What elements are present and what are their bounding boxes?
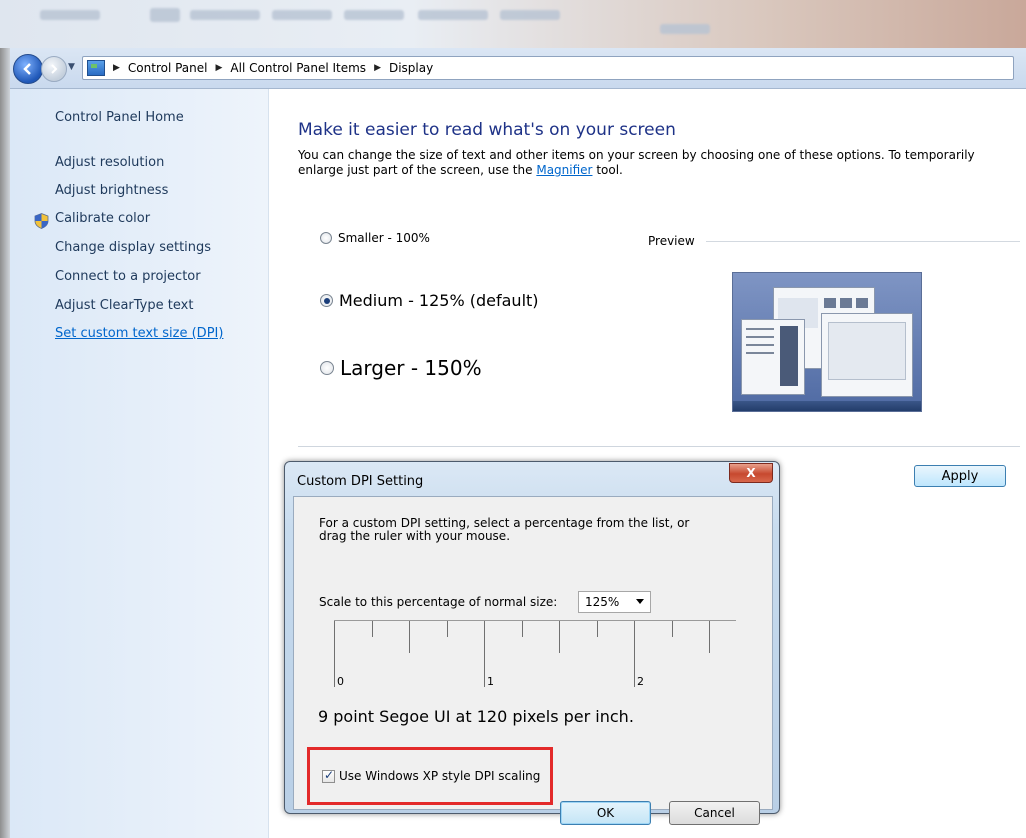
ruler-tick <box>634 621 635 687</box>
ruler-tick <box>447 621 448 637</box>
ruler-tick <box>522 621 523 637</box>
back-arrow-icon <box>23 63 31 75</box>
dialog-instructions-line2: drag the ruler with your mouse. <box>319 529 511 543</box>
page-title: Make it easier to read what's on your sc… <box>298 120 676 140</box>
description-text: You can change the size of text and othe… <box>298 148 975 177</box>
option-medium-label[interactable]: Medium - 125% (default) <box>339 291 539 310</box>
ruler-tick <box>597 621 598 637</box>
breadcrumb-all-items[interactable]: All Control Panel Items <box>230 61 366 75</box>
radio-larger[interactable] <box>320 361 334 375</box>
option-smaller-label[interactable]: Smaller - 100% <box>338 231 430 245</box>
magnifier-link[interactable]: Magnifier <box>536 163 592 177</box>
ruler-tick <box>709 621 710 653</box>
navigation-bar: ▼ ▶ Control Panel ▶ All Control Panel It… <box>10 48 1026 89</box>
radio-medium[interactable] <box>320 294 333 307</box>
breadcrumb: ▶ Control Panel ▶ All Control Panel Item… <box>111 61 433 75</box>
forward-arrow-icon <box>51 64 58 74</box>
dpi-info-text: 9 point Segoe UI at 120 pixels per inch. <box>318 707 634 726</box>
option-larger-label[interactable]: Larger - 150% <box>340 356 482 380</box>
breadcrumb-display[interactable]: Display <box>389 61 433 75</box>
section-divider <box>298 446 1020 447</box>
ruler-tick <box>484 621 485 687</box>
window-chrome <box>0 0 1026 48</box>
cancel-button[interactable]: Cancel <box>669 801 760 825</box>
ruler-label-0: 0 <box>337 675 344 688</box>
sidebar-item-adjust-cleartype[interactable]: Adjust ClearType text <box>55 298 193 313</box>
sidebar-item-custom-text-size[interactable]: Set custom text size (DPI) <box>55 326 223 341</box>
dialog-title: Custom DPI Setting <box>297 474 424 489</box>
ruler-label-2: 2 <box>637 675 644 688</box>
ruler-label-1: 1 <box>487 675 494 688</box>
sidebar-item-change-display-settings[interactable]: Change display settings <box>55 240 211 255</box>
back-button[interactable] <box>13 54 43 84</box>
ruler-tick <box>559 621 560 653</box>
ruler-tick <box>672 621 673 637</box>
window-border <box>0 48 10 838</box>
ruler-tick <box>409 621 410 653</box>
sidebar-item-calibrate-color[interactable]: Calibrate color <box>55 211 150 226</box>
close-button[interactable]: X <box>729 463 773 483</box>
radio-smaller[interactable] <box>320 232 332 244</box>
chevron-right-icon[interactable]: ▶ <box>216 63 223 73</box>
chevron-right-icon[interactable]: ▶ <box>113 63 120 73</box>
sidebar-item-connect-projector[interactable]: Connect to a projector <box>55 269 201 284</box>
page-description: You can change the size of text and othe… <box>298 148 998 178</box>
chevron-down-icon <box>636 599 644 604</box>
address-bar[interactable]: ▶ Control Panel ▶ All Control Panel Item… <box>82 56 1014 80</box>
uac-shield-icon <box>34 213 49 229</box>
preview-divider <box>706 241 1020 242</box>
highlight-annotation <box>307 747 553 805</box>
scale-value: 125% <box>585 595 620 609</box>
description-text-end: tool. <box>596 163 623 177</box>
forward-button[interactable] <box>41 56 67 82</box>
ruler-tick <box>372 621 373 637</box>
scale-dropdown[interactable]: 125% <box>578 591 651 613</box>
apply-button[interactable]: Apply <box>914 465 1006 487</box>
breadcrumb-control-panel[interactable]: Control Panel <box>128 61 208 75</box>
sidebar-item-adjust-brightness[interactable]: Adjust brightness <box>55 183 168 198</box>
sidebar-item-control-panel-home[interactable]: Control Panel Home <box>55 110 184 125</box>
ruler-tick <box>334 621 335 687</box>
sidebar: Control Panel Home Adjust resolution Adj… <box>10 89 269 838</box>
sidebar-item-adjust-resolution[interactable]: Adjust resolution <box>55 155 164 170</box>
close-icon: X <box>746 466 756 480</box>
scale-label: Scale to this percentage of normal size: <box>319 595 558 609</box>
chevron-right-icon[interactable]: ▶ <box>374 63 381 73</box>
preview-image <box>732 272 922 412</box>
dpi-ruler[interactable]: 0 1 2 <box>334 620 736 690</box>
recent-pages-dropdown[interactable]: ▼ <box>68 62 75 72</box>
control-panel-icon <box>87 60 105 76</box>
option-smaller[interactable]: Smaller - 100% <box>320 231 430 245</box>
preview-label: Preview <box>648 234 695 248</box>
option-larger[interactable]: Larger - 150% <box>320 356 482 380</box>
option-medium[interactable]: Medium - 125% (default) <box>320 291 539 310</box>
ok-button[interactable]: OK <box>560 801 651 825</box>
